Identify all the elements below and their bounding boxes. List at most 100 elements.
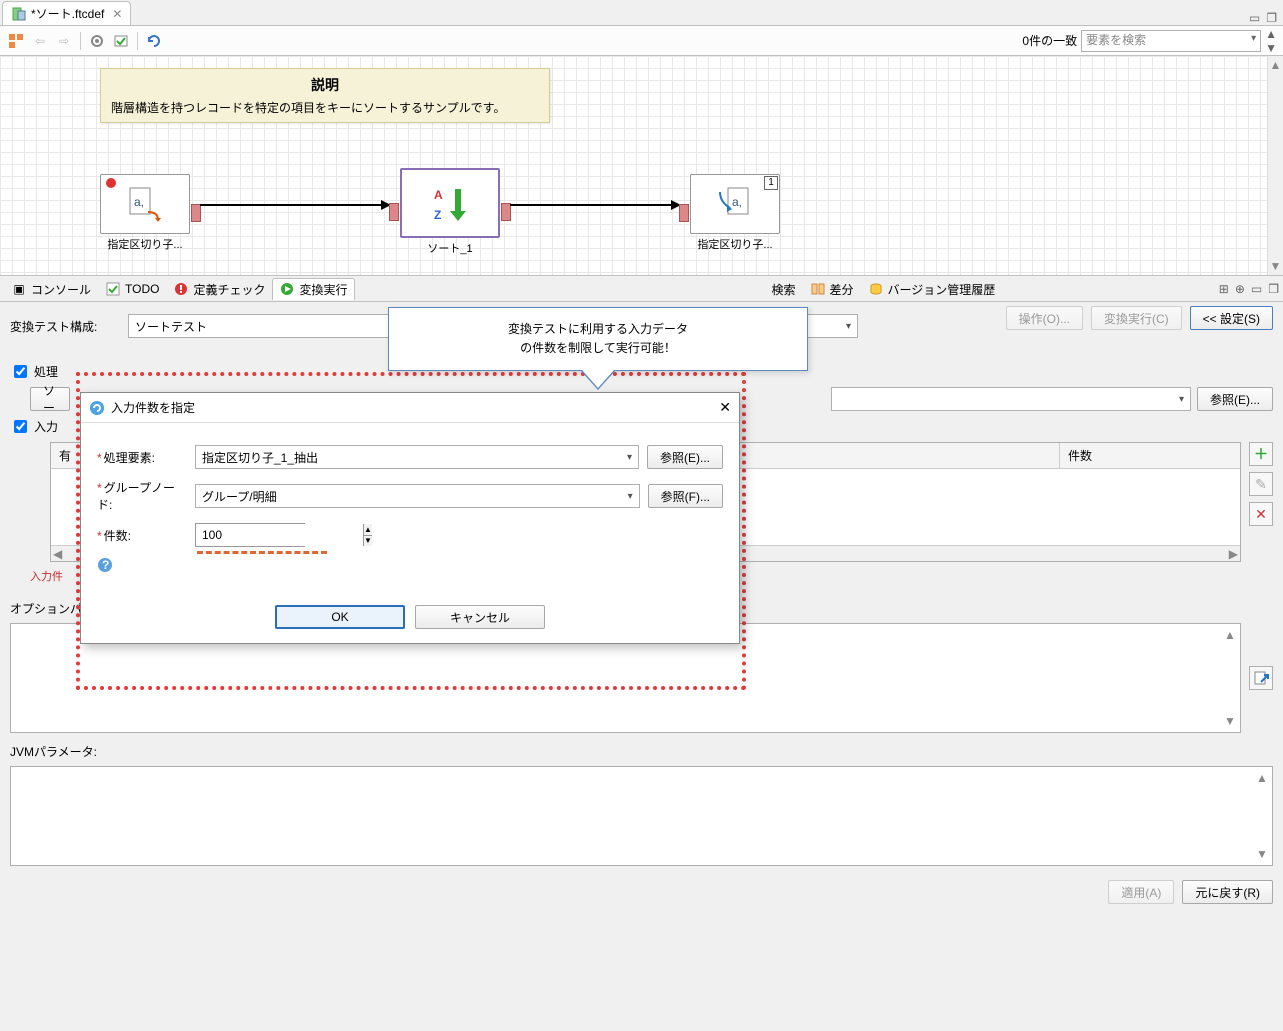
refresh-icon[interactable]: [144, 31, 164, 51]
proc-elem-select[interactable]: 指定区切り子_1_抽出: [195, 445, 639, 469]
back-icon[interactable]: ⇦: [30, 31, 50, 51]
scroll-up-icon[interactable]: ▲: [1256, 771, 1270, 785]
group-node-label: グループノード:: [97, 479, 187, 513]
tab-transform-run[interactable]: 変換実行: [272, 278, 354, 300]
file-icon: [11, 6, 27, 22]
add-row-button[interactable]: ＋: [1249, 442, 1273, 466]
jvm-param-label: JVMパラメータ:: [10, 743, 97, 760]
edit-row-button[interactable]: ✎: [1249, 472, 1273, 496]
editor-tab[interactable]: *ソート.ftcdef ✕: [2, 1, 131, 25]
group-node-select[interactable]: グループ/明細: [195, 484, 640, 508]
tree-toggle-icon[interactable]: [6, 31, 26, 51]
dialog-close-icon[interactable]: ✕: [719, 399, 731, 416]
flow-canvas[interactable]: 説明 階層構造を持つレコードを特定の項目をキーにソートするサンプルです。 a, …: [0, 56, 1283, 276]
process-checkbox[interactable]: [14, 365, 27, 378]
canvas-scrollbar[interactable]: ▲▼: [1267, 56, 1283, 275]
count-label: 件数:: [97, 527, 187, 544]
operations-button: 操作(O)...: [1006, 306, 1083, 330]
connector[interactable]: [510, 204, 680, 206]
tab-diff[interactable]: 差分: [803, 278, 861, 300]
settings-toggle-button[interactable]: << 設定(S): [1190, 306, 1273, 330]
svg-text:a,: a,: [732, 195, 742, 209]
search-prev-icon[interactable]: ▲: [1265, 27, 1277, 41]
import-param-button[interactable]: [1249, 666, 1273, 690]
console-icon: ▣: [11, 281, 27, 297]
match-count-label: 0件の一致: [1022, 32, 1077, 49]
cancel-button[interactable]: キャンセル: [415, 605, 545, 629]
input-chk-label: 入力: [34, 418, 58, 435]
dialog-icon: [89, 400, 105, 416]
svg-text:a,: a,: [134, 195, 144, 209]
svg-text:Z: Z: [434, 208, 441, 222]
browse-e-button[interactable]: 参照(E)...: [647, 445, 723, 469]
spin-up-icon[interactable]: ▲: [364, 524, 372, 536]
callout-line2: の件数を制限して実行可能！: [405, 339, 791, 358]
search-next-icon[interactable]: ▼: [1265, 41, 1277, 55]
browse-f-button[interactable]: 参照(F)...: [648, 484, 723, 508]
forward-icon[interactable]: ⇨: [54, 31, 74, 51]
diff-icon: [810, 281, 826, 297]
jvm-param-textarea[interactable]: ▲▼: [10, 766, 1273, 866]
expand-icon[interactable]: ⊕: [1235, 282, 1245, 296]
editor-toolbar: ⇦ ⇨ 0件の一致 要素を検索 ▲▼: [0, 26, 1283, 56]
maximize-icon[interactable]: ❐: [1266, 11, 1277, 25]
process-chk-label: 処理: [34, 363, 58, 380]
description-note[interactable]: 説明 階層構造を持つレコードを特定の項目をキーにソートするサンプルです。: [100, 68, 550, 123]
browse-button-right[interactable]: 参照(E)...: [1197, 387, 1273, 411]
note-title: 説明: [111, 75, 539, 95]
view-min-icon[interactable]: ▭: [1251, 282, 1262, 296]
apply-button: 適用(A): [1108, 880, 1174, 904]
connector[interactable]: [200, 204, 390, 206]
count-input[interactable]: [196, 524, 363, 546]
validate-icon[interactable]: [111, 31, 131, 51]
scroll-down-icon[interactable]: ▼: [1256, 847, 1270, 861]
count-spinner[interactable]: ▲▼: [195, 523, 305, 547]
scroll-down-icon[interactable]: ▼: [1224, 714, 1238, 728]
tab-todo[interactable]: TODO: [98, 278, 166, 300]
tab-defcheck[interactable]: 定義チェック: [166, 278, 272, 300]
tab-title: *ソート.ftcdef: [31, 5, 104, 22]
tab-console[interactable]: ▣コンソール: [4, 278, 98, 300]
node-extract[interactable]: a, 指定区切り子...: [100, 174, 190, 252]
dialog-title: 入力件数を指定: [111, 399, 195, 416]
input-checkbox[interactable]: [14, 420, 27, 433]
input-count-dialog: 入力件数を指定 ✕ 処理要素: 指定区切り子_1_抽出 参照(E)... グルー…: [80, 392, 740, 644]
element-search-input[interactable]: 要素を検索: [1081, 30, 1261, 52]
node-label: ソート_1: [400, 240, 500, 256]
gear-icon[interactable]: [87, 31, 107, 51]
ref-select-right[interactable]: [831, 387, 1191, 411]
ok-button[interactable]: OK: [275, 605, 405, 629]
tab-close-icon[interactable]: ✕: [112, 7, 122, 21]
view-max-icon[interactable]: ❐: [1268, 282, 1279, 296]
callout-annotation: 変換テストに利用する入力データ の件数を制限して実行可能！: [388, 307, 808, 371]
svg-text:?: ?: [102, 558, 109, 572]
db-icon: [868, 281, 884, 297]
todo-icon: [105, 281, 121, 297]
svg-text:A: A: [434, 188, 443, 202]
delete-row-button[interactable]: ✕: [1249, 502, 1273, 526]
table-col-count[interactable]: 件数: [1060, 443, 1240, 468]
pin-icon[interactable]: ⊞: [1219, 282, 1229, 296]
views-tabbar: ▣コンソール TODO 定義チェック 変換実行 検索 差分 バージョン管理履歴 …: [0, 276, 1283, 302]
defcheck-icon: [173, 281, 189, 297]
sort-prefix-button[interactable]: ソー: [30, 387, 70, 411]
note-body: 階層構造を持つレコードを特定の項目をキーにソートするサンプルです。: [111, 99, 539, 116]
help-icon[interactable]: ?: [97, 557, 113, 573]
run-transform-button: 変換実行(C): [1091, 306, 1182, 330]
tab-search[interactable]: 検索: [765, 278, 803, 300]
run-icon: [279, 281, 295, 297]
breakpoint-icon[interactable]: [106, 178, 116, 188]
config-label: 変換テスト構成:: [10, 318, 120, 335]
spin-down-icon[interactable]: ▼: [364, 536, 372, 547]
minimize-icon[interactable]: ▭: [1249, 11, 1260, 25]
node-order-badge: 1: [764, 176, 778, 190]
node-output[interactable]: 1 a, 指定区切り子...: [690, 174, 780, 252]
editor-tabbar: *ソート.ftcdef ✕ ▭ ❐: [0, 0, 1283, 26]
node-sort[interactable]: AZ ソート_1: [400, 168, 500, 256]
highlight-underline: [197, 551, 327, 554]
callout-line1: 変換テストに利用する入力データ: [405, 320, 791, 339]
tab-version[interactable]: バージョン管理履歴: [861, 278, 1003, 300]
revert-button[interactable]: 元に戻す(R): [1182, 880, 1273, 904]
node-label: 指定区切り子...: [690, 236, 780, 252]
scroll-up-icon[interactable]: ▲: [1224, 628, 1238, 642]
